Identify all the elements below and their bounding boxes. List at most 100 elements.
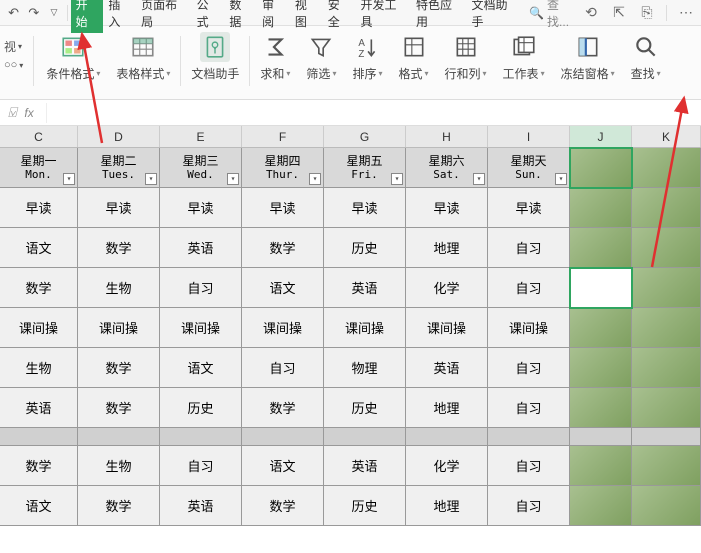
data-cell[interactable]: 数学 <box>78 486 160 526</box>
data-cell[interactable]: 数学 <box>0 268 78 308</box>
col-header-G[interactable]: G <box>324 126 406 147</box>
ribbon-format-button[interactable]: 格式▾ <box>390 32 436 90</box>
weekday-header[interactable]: 星期二Tues.▾ <box>78 148 160 188</box>
image-cell[interactable] <box>632 268 701 308</box>
menu-search[interactable]: 🔍 查找... <box>529 0 579 30</box>
gap-cell[interactable] <box>632 428 701 446</box>
data-cell[interactable]: 早读 <box>0 188 78 228</box>
gap-cell[interactable] <box>324 428 406 446</box>
data-cell[interactable]: 数学 <box>242 228 324 268</box>
image-cell[interactable] <box>570 308 632 348</box>
data-cell[interactable]: 语文 <box>160 348 242 388</box>
data-cell[interactable]: 数学 <box>242 388 324 428</box>
data-cell[interactable]: 英语 <box>324 268 406 308</box>
ribbon-conditional-format-button[interactable]: 条件格式▾ <box>38 32 108 90</box>
fx-label[interactable]: fx <box>24 106 33 120</box>
col-header-D[interactable]: D <box>78 126 160 147</box>
ribbon-table-style-button[interactable]: 表格样式▾ <box>108 32 178 90</box>
data-cell[interactable]: 英语 <box>160 486 242 526</box>
cloud-sync-icon[interactable]: ⟲ <box>580 3 602 23</box>
data-cell[interactable]: 课间操 <box>160 308 242 348</box>
qat-dropdown[interactable]: ▽ <box>44 3 63 23</box>
gap-cell[interactable] <box>0 428 78 446</box>
weekday-header[interactable]: 星期五Fri.▾ <box>324 148 406 188</box>
ribbon-freeze-button[interactable]: 冻结窗格▾ <box>553 32 623 90</box>
image-cell[interactable] <box>632 446 701 486</box>
data-cell[interactable]: 生物 <box>78 446 160 486</box>
col-header-C[interactable]: C <box>0 126 78 147</box>
image-cell[interactable] <box>570 446 632 486</box>
col-header-J[interactable]: J <box>570 126 632 147</box>
data-cell[interactable]: 课间操 <box>406 308 488 348</box>
ribbon-worksheet-button[interactable]: 工作表▾ <box>495 32 553 90</box>
data-cell[interactable]: 地理 <box>406 486 488 526</box>
ribbon-sort-button[interactable]: AZ排序▾ <box>344 32 390 90</box>
menu-tab-数据[interactable]: 数据 <box>224 0 257 33</box>
filter-dropdown-icon[interactable]: ▾ <box>555 173 567 185</box>
image-cell[interactable] <box>632 188 701 228</box>
gap-cell[interactable] <box>242 428 324 446</box>
data-cell[interactable]: 早读 <box>242 188 324 228</box>
share-icon[interactable]: ⇱ <box>608 3 630 23</box>
data-cell[interactable]: 英语 <box>406 348 488 388</box>
image-cell[interactable] <box>570 148 632 188</box>
image-cell[interactable] <box>632 388 701 428</box>
image-cell[interactable] <box>632 486 701 526</box>
weekday-header[interactable]: 星期一Mon.▾ <box>0 148 78 188</box>
image-cell[interactable] <box>632 348 701 388</box>
data-cell[interactable]: 历史 <box>324 228 406 268</box>
ribbon-filter-button[interactable]: 筛选▾ <box>298 32 344 90</box>
filter-dropdown-icon[interactable]: ▾ <box>63 173 75 185</box>
more-icon[interactable]: ⋯ <box>675 3 697 23</box>
filter-dropdown-icon[interactable]: ▾ <box>227 173 239 185</box>
weekday-header[interactable]: 星期天Sun.▾ <box>488 148 570 188</box>
col-header-I[interactable]: I <box>488 126 570 147</box>
menu-tab-插入[interactable]: 插入 <box>103 0 136 33</box>
data-cell[interactable]: 历史 <box>324 486 406 526</box>
menu-tab-审阅[interactable]: 审阅 <box>257 0 290 33</box>
data-cell[interactable]: 数学 <box>0 446 78 486</box>
gap-cell[interactable] <box>78 428 160 446</box>
ribbon-find-button[interactable]: 查找▾ <box>623 32 669 90</box>
data-cell[interactable]: 地理 <box>406 228 488 268</box>
image-cell[interactable] <box>570 228 632 268</box>
menu-tab-公式[interactable]: 公式 <box>192 0 225 33</box>
data-cell[interactable]: 早读 <box>406 188 488 228</box>
data-cell[interactable]: 语文 <box>242 268 324 308</box>
redo-button[interactable]: ↷ <box>24 3 43 23</box>
export-icon[interactable]: ⎘ <box>636 3 658 23</box>
gap-cell[interactable] <box>570 428 632 446</box>
data-cell[interactable]: 语文 <box>242 446 324 486</box>
gap-cell[interactable] <box>160 428 242 446</box>
data-cell[interactable]: 自习 <box>488 268 570 308</box>
filter-dropdown-icon[interactable]: ▾ <box>473 173 485 185</box>
menu-tab-页面布局[interactable]: 页面布局 <box>136 0 192 33</box>
menu-tab-开始[interactable]: 开始 <box>71 0 104 33</box>
data-cell[interactable]: 英语 <box>160 228 242 268</box>
data-cell[interactable]: 数学 <box>78 348 160 388</box>
data-cell[interactable]: 语文 <box>0 486 78 526</box>
data-cell[interactable]: 自习 <box>488 348 570 388</box>
weekday-header[interactable]: 星期六Sat.▾ <box>406 148 488 188</box>
gap-cell[interactable] <box>488 428 570 446</box>
name-box-icon[interactable]: ⍌ <box>8 104 16 121</box>
data-cell[interactable]: 语文 <box>0 228 78 268</box>
menu-tab-安全[interactable]: 安全 <box>323 0 356 33</box>
data-cell[interactable]: 课间操 <box>324 308 406 348</box>
data-cell[interactable]: 课间操 <box>488 308 570 348</box>
col-header-K[interactable]: K <box>632 126 701 147</box>
col-header-E[interactable]: E <box>160 126 242 147</box>
ribbon-sum-button[interactable]: 求和▾ <box>252 32 298 90</box>
data-cell[interactable]: 早读 <box>488 188 570 228</box>
data-cell[interactable]: 数学 <box>78 228 160 268</box>
data-cell[interactable]: 早读 <box>78 188 160 228</box>
data-cell[interactable]: 历史 <box>324 388 406 428</box>
data-cell[interactable]: 自习 <box>488 446 570 486</box>
filter-dropdown-icon[interactable]: ▾ <box>309 173 321 185</box>
menu-tab-开发工具[interactable]: 开发工具 <box>355 0 411 33</box>
data-cell[interactable]: 生物 <box>0 348 78 388</box>
data-cell[interactable]: 课间操 <box>0 308 78 348</box>
ribbon-doc-helper-button[interactable]: 文档助手 <box>183 32 247 90</box>
data-cell[interactable]: 英语 <box>0 388 78 428</box>
weekday-header[interactable]: 星期三Wed.▾ <box>160 148 242 188</box>
